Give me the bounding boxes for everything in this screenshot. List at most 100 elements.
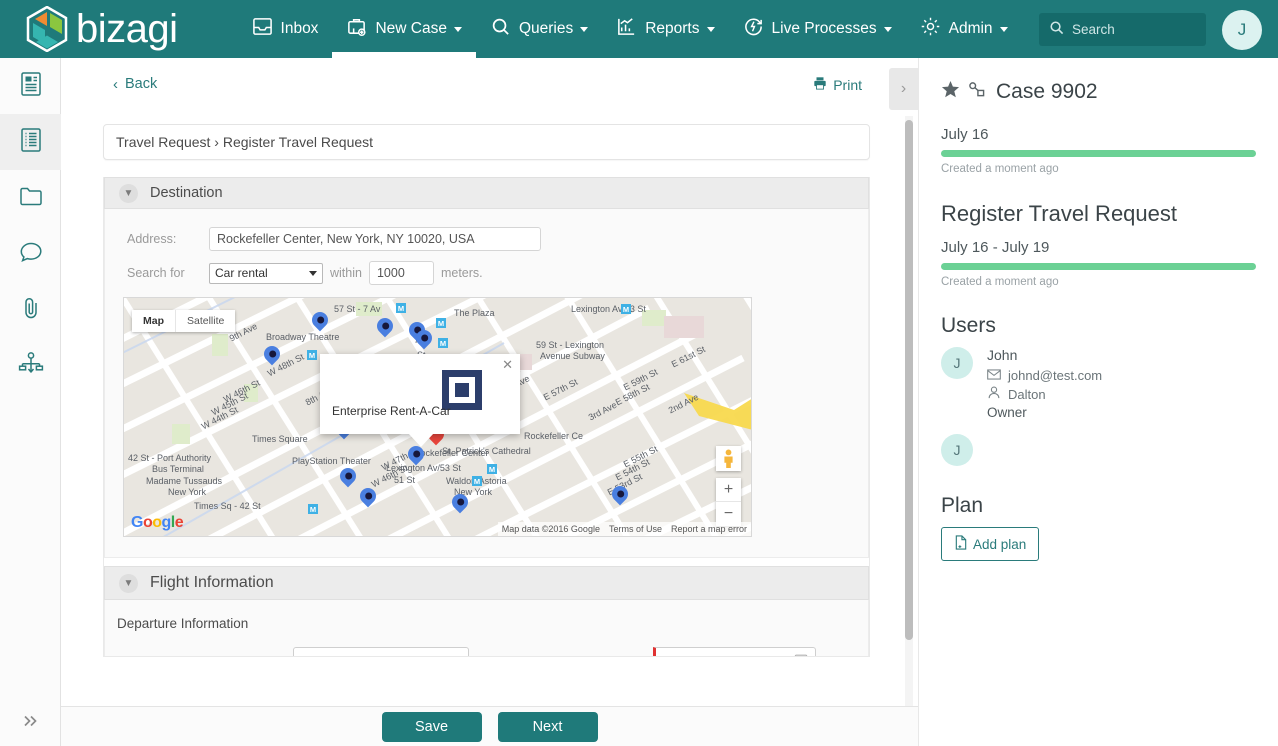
subway-station-icon: M	[621, 304, 631, 314]
map-pin-blue[interactable]	[608, 482, 632, 506]
user-avatar[interactable]: J	[1222, 10, 1262, 50]
search-box[interactable]	[1039, 13, 1206, 46]
add-plan-label: Add plan	[973, 536, 1027, 552]
calendar-icon[interactable]	[794, 653, 808, 656]
case-progress-bar	[941, 150, 1256, 157]
map-label: PlayStation Theater	[292, 456, 371, 466]
close-icon[interactable]: ✕	[502, 357, 513, 373]
nav-label: New Case	[375, 20, 447, 37]
chevron-down-icon	[999, 26, 1008, 32]
destination-section-header[interactable]: ▼ Destination	[104, 177, 869, 209]
chevron-down-icon[interactable]: ▼	[119, 183, 138, 203]
address-row: Address:	[127, 227, 868, 251]
back-button[interactable]: ‹ Back	[113, 76, 157, 93]
radius-input[interactable]	[368, 261, 434, 285]
pin-head	[608, 482, 632, 506]
nav-label: Queries	[518, 20, 574, 37]
map-pin-blue[interactable]	[336, 464, 360, 488]
rail-item-comments[interactable]	[0, 226, 61, 282]
logo-text: bizagi	[76, 7, 178, 51]
bizagi-logo[interactable]: bizagi	[26, 5, 178, 53]
nav-item-new-case[interactable]: New Case	[332, 0, 476, 58]
comment-icon	[18, 240, 44, 269]
map-pin-blue[interactable]	[308, 308, 332, 332]
nav-item-inbox[interactable]: Inbox	[238, 0, 333, 58]
map-info-window[interactable]: ✕ Enterprise Rent-A-Car	[320, 354, 520, 447]
search-input[interactable]	[1072, 22, 1192, 37]
nav-item-reports[interactable]: Reports	[602, 0, 728, 58]
departure-date-placeholder: M/d/yyyy h:mm tt	[664, 655, 766, 657]
terms-of-use-link[interactable]: Terms of Use	[609, 524, 662, 534]
form-card: ▼ Destination Address: Search for Car re…	[103, 177, 870, 657]
rail-item-form-list[interactable]	[0, 114, 61, 170]
map-label: 57 St - 7 Av	[334, 304, 381, 314]
person-icon	[987, 386, 1001, 402]
save-button[interactable]: Save	[381, 711, 482, 742]
next-button[interactable]: Next	[497, 711, 598, 742]
user-info: John johnd@test.com Dalton Owner	[987, 347, 1102, 420]
chevron-down-icon	[580, 26, 589, 32]
rail-item-case-summary[interactable]	[0, 58, 61, 114]
flight-section-header[interactable]: ▼ Flight Information	[104, 566, 869, 600]
map-pin-blue[interactable]	[260, 342, 284, 366]
chevron-down-icon	[883, 26, 892, 32]
map-pin-blue[interactable]	[412, 326, 436, 350]
map-label: Madame Tussauds	[146, 476, 223, 486]
address-input[interactable]	[209, 227, 541, 251]
departure-date-label: Departure Date:	[501, 654, 653, 656]
activity-progress-bar	[941, 263, 1256, 270]
departure-from-input[interactable]	[293, 647, 469, 656]
rail-item-process-diagram[interactable]	[0, 338, 61, 394]
google-map[interactable]: Map Satellite 57 St - 7 Av The Plaza Lexin…	[123, 297, 752, 537]
destination-section-title: Destination	[150, 185, 223, 201]
list-item[interactable]: J	[941, 434, 1256, 466]
case-summary-icon	[19, 71, 43, 102]
map-type-map[interactable]: Map	[132, 310, 175, 332]
search-for-label: Search for	[127, 266, 185, 280]
star-icon[interactable]	[941, 80, 960, 104]
case-link-icon[interactable]	[967, 81, 986, 103]
nav-item-live-processes[interactable]: Live Processes	[729, 0, 906, 58]
magnifier-icon	[490, 16, 511, 42]
map-label: 59 St - Lexington	[536, 340, 605, 350]
double-chevron-right-icon	[21, 713, 41, 734]
rail-item-folder[interactable]	[0, 170, 61, 226]
map-pin-blue[interactable]	[356, 484, 380, 508]
add-plan-button[interactable]: Add plan	[941, 527, 1040, 561]
report-map-error-link[interactable]: Report a map error	[671, 524, 747, 534]
nav-item-queries[interactable]: Queries	[476, 0, 602, 58]
map-label: Rockefeller Ce	[524, 431, 584, 441]
destination-section-body: Address: Search for Car rental within me…	[104, 209, 869, 558]
center-scrollbar-thumb[interactable]	[905, 120, 913, 640]
rail-expand-button[interactable]	[0, 700, 61, 746]
center-pane: ‹ Back Print › Travel Request › Register…	[61, 58, 918, 706]
map-pin-blue[interactable]	[448, 490, 472, 514]
briefcase-plus-icon	[346, 16, 367, 42]
folder-icon	[18, 184, 44, 213]
chevron-down-icon[interactable]: ▼	[119, 573, 138, 593]
map-type-toggle[interactable]: Map Satellite	[132, 310, 236, 332]
plan-section-title: Plan	[941, 494, 984, 517]
subway-station-icon: M	[396, 303, 406, 313]
map-pin-blue[interactable]	[373, 314, 397, 338]
pin-head	[373, 314, 397, 338]
subway-station-icon: M	[472, 476, 482, 486]
list-item[interactable]: J John johnd@test.com Dalton Owner	[941, 347, 1256, 420]
map-pin-blue[interactable]	[404, 442, 428, 466]
zoom-in-button[interactable]: +	[716, 478, 741, 502]
panel-collapse-toggle[interactable]: ›	[889, 68, 918, 110]
search-for-select[interactable]: Car rental	[209, 262, 323, 284]
rail-item-attachments[interactable]	[0, 282, 61, 338]
print-button[interactable]: Print	[813, 76, 862, 93]
gear-icon	[920, 16, 941, 42]
street-view-pegman-icon[interactable]	[716, 446, 741, 471]
user-email: johnd@test.com	[1008, 368, 1103, 383]
pin-head	[336, 464, 360, 488]
map-label: Broadway Theatre	[266, 332, 340, 342]
nav-item-admin[interactable]: Admin	[906, 0, 1022, 58]
map-type-satellite[interactable]: Satellite	[175, 310, 235, 332]
inbox-icon	[252, 16, 273, 42]
map-zoom-controls[interactable]: + −	[716, 478, 741, 526]
flight-section-title: Flight Information	[150, 574, 274, 591]
departure-date-field[interactable]: M/d/yyyy h:mm tt	[653, 647, 816, 657]
